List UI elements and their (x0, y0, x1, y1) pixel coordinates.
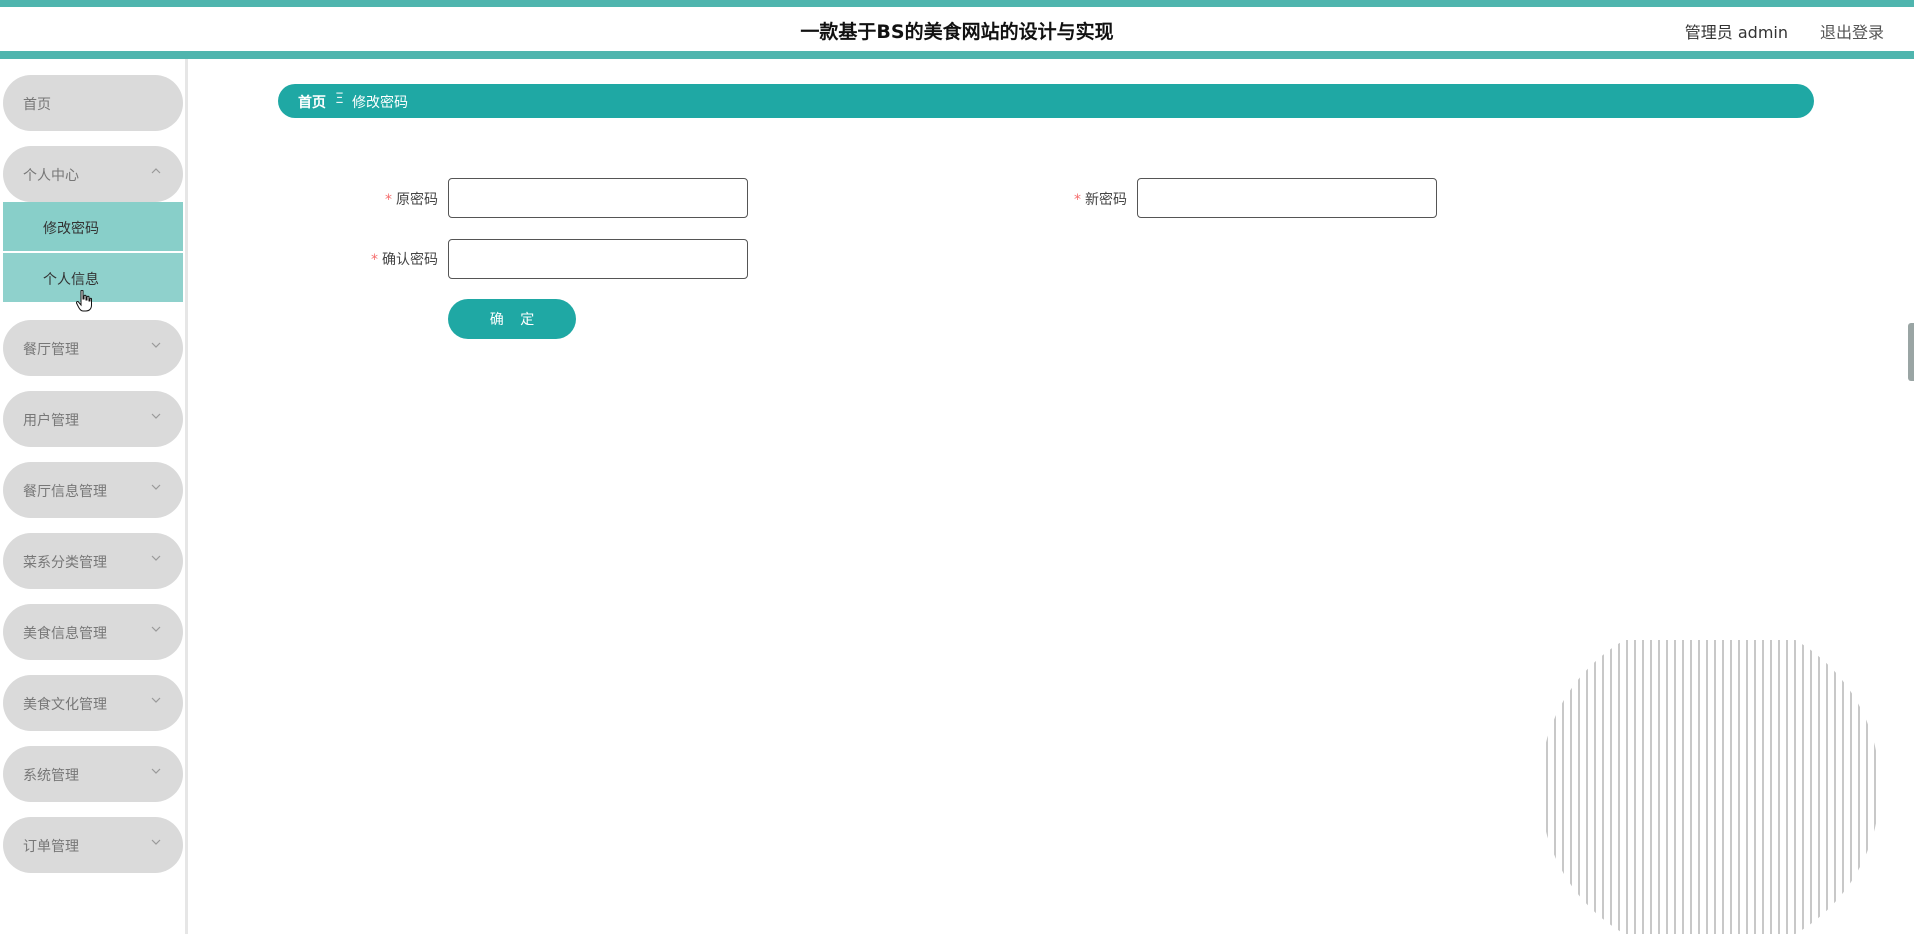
sidebar-item-food-culture-management[interactable]: 美食文化管理 (3, 675, 183, 731)
sidebar-item-restaurant-management[interactable]: 餐厅管理 (3, 320, 183, 376)
sidebar-item-user-management[interactable]: 用户管理 (3, 391, 183, 447)
confirm-password-input[interactable] (448, 239, 748, 279)
chevron-down-icon (151, 622, 161, 636)
old-password-label: * 原密码 (318, 189, 438, 209)
hand-cursor-icon (76, 290, 92, 312)
required-mark: * (1074, 192, 1081, 208)
sidebar-item-restaurant-info-management[interactable]: 餐厅信息管理 (3, 462, 183, 518)
sidebar-item-label: 餐厅信息管理 (23, 484, 107, 500)
sidebar-item-label: 美食文化管理 (23, 697, 107, 713)
required-mark: * (371, 252, 378, 268)
sidebar-item-label: 美食信息管理 (23, 626, 107, 642)
new-password-label-text: 新密码 (1085, 192, 1127, 208)
logout-link[interactable]: 退出登录 (1820, 19, 1884, 43)
breadcrumb-separator-icon: Ξ (335, 91, 344, 107)
chevron-down-icon (151, 338, 161, 352)
required-mark: * (385, 192, 392, 208)
sidebar-item-order-management[interactable]: 订单管理 (3, 817, 183, 873)
submenu-item-label: 修改密码 (43, 221, 99, 237)
decorative-striped-circle (1540, 640, 1880, 934)
app-title: 一款基于BS的美食网站的设计与实现 (800, 21, 1114, 43)
chevron-down-icon (151, 480, 161, 494)
sidebar-item-cuisine-category-management[interactable]: 菜系分类管理 (3, 533, 183, 589)
sidebar-item-label: 个人中心 (23, 168, 79, 184)
sidebar-item-system-management[interactable]: 系统管理 (3, 746, 183, 802)
old-password-label-text: 原密码 (396, 192, 438, 208)
scroll-handle[interactable] (1908, 323, 1914, 381)
sidebar-item-label: 首页 (23, 97, 51, 113)
new-password-label: * 新密码 (1007, 189, 1127, 209)
new-password-input[interactable] (1137, 178, 1437, 218)
chevron-down-icon (151, 764, 161, 778)
sidebar-item-label: 订单管理 (23, 839, 79, 855)
submenu-item-personal-info[interactable]: 个人信息 (3, 253, 183, 302)
sidebar-item-food-info-management[interactable]: 美食信息管理 (3, 604, 183, 660)
old-password-input[interactable] (448, 178, 748, 218)
sidebar-item-label: 菜系分类管理 (23, 555, 107, 571)
submenu-item-change-password[interactable]: 修改密码 (3, 202, 183, 251)
top-header: 一款基于BS的美食网站的设计与实现 管理员 admin 退出登录 (0, 0, 1914, 59)
chevron-up-icon (151, 164, 161, 178)
confirm-button[interactable]: 确 定 (448, 299, 576, 339)
sidebar-item-label: 系统管理 (23, 768, 79, 784)
confirm-password-label-text: 确认密码 (382, 252, 438, 268)
chevron-down-icon (151, 693, 161, 707)
confirm-password-label: * 确认密码 (318, 249, 438, 269)
current-user: 管理员 admin (1684, 23, 1788, 42)
chevron-down-icon (151, 835, 161, 849)
sidebar-item-label: 用户管理 (23, 413, 79, 429)
chevron-down-icon (151, 551, 161, 565)
submenu-item-label: 个人信息 (43, 272, 99, 288)
chevron-down-icon (151, 409, 161, 423)
breadcrumb-current: 修改密码 (352, 95, 408, 111)
sidebar: 首页 个人中心 修改密码 个人信息 餐厅管理 用户管理 餐厅信息管理 菜系分类管… (0, 59, 188, 934)
sidebar-item-label: 餐厅管理 (23, 342, 79, 358)
sidebar-item-home[interactable]: 首页 (3, 75, 183, 131)
breadcrumb: 首页 Ξ 修改密码 (278, 84, 1814, 118)
sidebar-item-personal-center[interactable]: 个人中心 (3, 146, 183, 202)
breadcrumb-home[interactable]: 首页 (298, 92, 326, 112)
